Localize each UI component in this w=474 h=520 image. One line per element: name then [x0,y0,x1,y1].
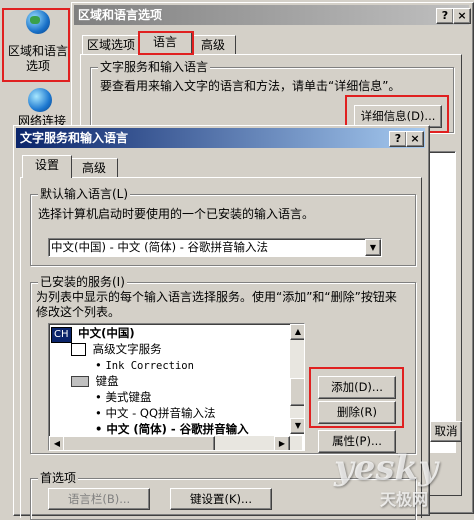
default-language-value: 中文(中国) - 中文 (简体) - 谷歌拼音输入法 [51,240,269,254]
language-bar-button[interactable]: 语言栏(B)... [48,488,150,510]
tree-hscrollbar[interactable]: ◀ ▶ [49,436,302,450]
tree-advanced-service-row[interactable]: 高级文字服务 [71,342,162,356]
add-remove-highlight [309,367,404,428]
tab-regional-options[interactable]: 区域选项 [82,35,140,54]
services-tree[interactable]: CH 中文(中国) 高级文字服务 • Ink Correction 键盘 • 美… [48,323,305,451]
scroll-down-icon[interactable]: ▼ [290,418,304,434]
desktop-icon-network[interactable]: 网络连接 [0,84,72,128]
hscroll-thumb[interactable] [63,436,215,450]
text-services-titlebar[interactable]: 文字服务和输入语言 [16,128,425,148]
key-settings-button[interactable]: 键设置(K)... [170,488,272,510]
scroll-thumb[interactable] [290,378,304,406]
chevron-down-icon[interactable]: ▼ [365,239,381,256]
default-language-description: 选择计算机启动时要使用的一个已安装的输入语言。 [38,207,315,221]
regional-dialog-titlebar[interactable]: 区域和语言选项 [74,5,469,25]
tree-keyboard-item[interactable]: • 美式键盘 [95,390,151,404]
regional-cancel-button[interactable]: 取消 [430,421,462,442]
regional-dialog-title: 区域和语言选项 [78,8,163,22]
help-button[interactable]: ? [389,131,407,147]
tree-ink-label: Ink Correction [105,360,194,372]
installed-services-group-title: 已安装的服务(I) [38,275,127,289]
regional-right-list [428,151,456,453]
tree-advanced-service-label: 高级文字服务 [92,342,162,356]
tree-keyboard-item[interactable]: • 中文 (简体) - 谷歌拼音输入 [95,422,249,436]
close-button[interactable]: × [453,8,471,24]
tab-languages-highlight [138,31,194,55]
close-button[interactable]: × [406,131,424,147]
tree-language-row[interactable]: CH 中文(中国) [51,326,135,343]
tree-ink-row[interactable]: • Ink Correction [95,358,194,373]
scroll-right-icon[interactable]: ▶ [274,436,290,450]
installed-services-description: 为列表中显示的每个输入语言选择服务。使用“添加”和“删除”按钮来修改这个列表。 [36,290,397,319]
preferences-group-title: 首选项 [38,471,79,485]
default-language-group-title: 默认输入语言(L) [38,187,131,201]
scroll-up-icon[interactable]: ▲ [290,324,304,340]
tab-advanced[interactable]: 高级 [190,35,236,54]
tree-keyboard-label: 键盘 [95,374,119,388]
watermark-sub: 天极网 [380,490,429,509]
text-service-icon [71,343,86,356]
tree-language-label: 中文(中国) [78,326,135,340]
text-services-title: 文字服务和输入语言 [20,131,129,145]
tree-keyboard-row[interactable]: 键盘 [71,374,119,388]
text-services-description: 要查看用来输入文字的语言和方法，请单击“详细信息”。 [100,79,401,93]
tree-vscrollbar[interactable]: ▲ ▼ [290,324,304,434]
network-icon [28,88,52,112]
yesky-watermark: yesky 天极网 [334,448,464,509]
default-language-select[interactable]: 中文(中国) - 中文 (简体) - 谷歌拼音输入法 ▼ [48,238,382,257]
help-button[interactable]: ? [436,8,454,24]
watermark-brand: yesky [334,448,438,488]
text-services-group-title: 文字服务和输入语言 [98,60,211,74]
tab-advanced[interactable]: 高级 [70,158,118,177]
desktop-icon-highlight [2,8,70,82]
language-code-badge: CH [51,327,72,343]
keyboard-icon [71,376,89,387]
tab-settings[interactable]: 设置 [22,155,72,178]
tree-keyboard-item[interactable]: • 中文 - QQ拼音输入法 [95,406,216,420]
